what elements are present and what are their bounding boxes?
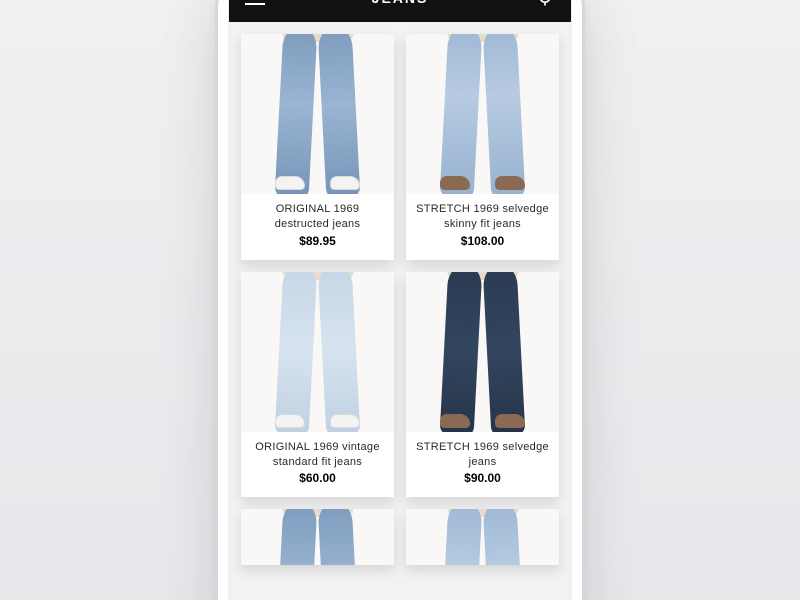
product-image [406, 34, 559, 194]
app-header: JEANS [229, 0, 571, 22]
product-price: $90.00 [412, 471, 553, 485]
menu-icon[interactable] [245, 0, 265, 5]
product-name: STRETCH 1969 selvedge skinny fit jeans [412, 202, 553, 232]
product-card[interactable]: ORIGINAL 1969 vintage standard fit jeans… [241, 272, 394, 498]
product-card[interactable]: STRETCH 1969 selvedge jeans $90.00 [406, 272, 559, 498]
product-price: $89.95 [247, 234, 388, 248]
product-grid-container: ORIGINAL 1969 destructed jeans $89.95 ST… [229, 22, 571, 600]
product-name: ORIGINAL 1969 destructed jeans [247, 202, 388, 232]
product-card[interactable]: ORIGINAL 1969 destructed jeans $89.95 [241, 34, 394, 260]
product-image [406, 272, 559, 432]
product-card[interactable] [406, 509, 559, 565]
product-image [241, 272, 394, 432]
product-image [241, 34, 394, 194]
product-card[interactable] [241, 509, 394, 565]
page-title: JEANS [372, 0, 429, 6]
product-image [241, 509, 394, 565]
product-info: STRETCH 1969 selvedge skinny fit jeans $… [406, 194, 559, 260]
product-grid: ORIGINAL 1969 destructed jeans $89.95 ST… [241, 34, 559, 565]
product-card[interactable]: STRETCH 1969 selvedge skinny fit jeans $… [406, 34, 559, 260]
product-name: STRETCH 1969 selvedge jeans [412, 440, 553, 470]
product-price: $60.00 [247, 471, 388, 485]
product-info: STRETCH 1969 selvedge jeans $90.00 [406, 432, 559, 498]
screen: JEANS ORIGINAL 1969 destructed jeans $89… [228, 0, 572, 600]
product-price: $108.00 [412, 234, 553, 248]
product-info: ORIGINAL 1969 vintage standard fit jeans… [241, 432, 394, 498]
phone-frame: JEANS ORIGINAL 1969 destructed jeans $89… [215, 0, 585, 600]
product-image [406, 509, 559, 565]
microphone-icon[interactable] [535, 0, 555, 8]
product-info: ORIGINAL 1969 destructed jeans $89.95 [241, 194, 394, 260]
product-name: ORIGINAL 1969 vintage standard fit jeans [247, 440, 388, 470]
